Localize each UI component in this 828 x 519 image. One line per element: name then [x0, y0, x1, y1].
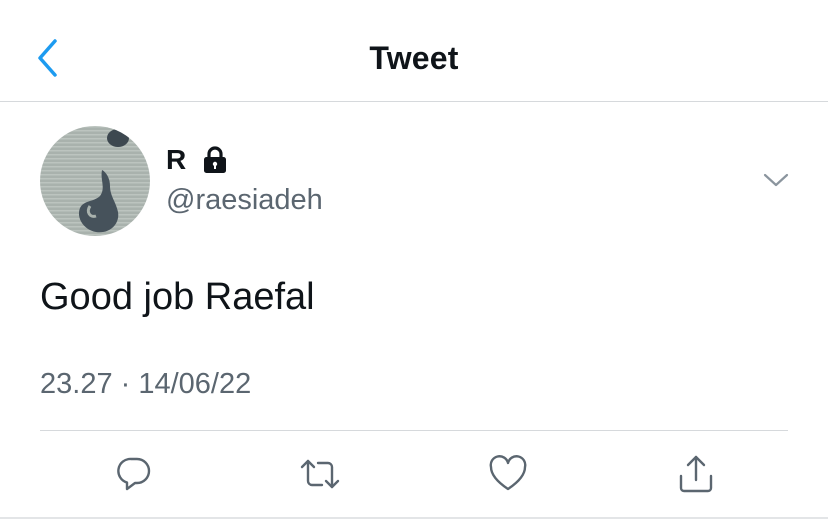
author-name[interactable]: R — [166, 144, 186, 176]
reply-icon — [117, 457, 151, 491]
author-handle[interactable]: @raesiadeh — [166, 184, 323, 217]
more-options-button[interactable] — [760, 164, 792, 196]
share-button[interactable] — [674, 452, 718, 496]
retweet-icon — [300, 459, 340, 489]
avatar[interactable] — [40, 126, 150, 236]
share-icon — [679, 455, 713, 493]
avatar-image — [40, 126, 150, 236]
nav-bar: Tweet — [0, 0, 828, 102]
lock-icon — [200, 145, 230, 175]
reply-button[interactable] — [112, 452, 156, 496]
tweet-text: Good job Raefal — [40, 276, 315, 318]
chevron-down-icon — [763, 173, 789, 187]
page-title: Tweet — [369, 40, 459, 76]
retweet-button[interactable] — [298, 452, 342, 496]
author-name-row: R — [166, 144, 230, 176]
tweet-timestamp: 23.27 · 14/06/22 — [40, 368, 252, 400]
divider — [40, 430, 788, 431]
like-button[interactable] — [486, 452, 530, 496]
heart-icon — [489, 455, 527, 491]
